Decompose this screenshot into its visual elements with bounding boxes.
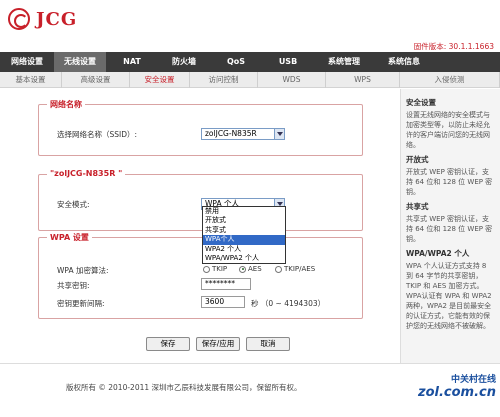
radio-aes[interactable]: AES: [239, 265, 262, 273]
help-title: 安全设置: [406, 98, 436, 107]
network-legend: 网络名称: [47, 99, 85, 110]
interval-label: 密钥更新间隔:: [57, 299, 105, 308]
main-nav-item[interactable]: QoS: [210, 52, 262, 72]
main-nav: 网络设置 无线设置 NAT 防火墙 QoS USB 系统管理 系统信息: [0, 52, 500, 72]
interval-hint: 秒 （0 ~ 4194303）: [251, 299, 326, 308]
main-nav-item[interactable]: 系统信息: [374, 52, 434, 72]
interval-input[interactable]: 3600: [201, 296, 245, 308]
header: JCG 固件版本: 30.1.1.1663: [0, 0, 500, 51]
radio-tkip[interactable]: TKIP: [203, 265, 227, 273]
watermark: 中关村在线 zol.com.cn: [418, 372, 496, 400]
radio-icon[interactable]: [239, 265, 246, 273]
wpa-legend: WPA 设置: [47, 232, 92, 243]
help-sidebar: 安全设置设置无线网络的安全模式与加密类型等，以防止未经允许的客户端访问您的无线网…: [400, 89, 500, 363]
brand-logo: JCG: [8, 8, 77, 30]
save-button[interactable]: 保存: [146, 337, 190, 351]
main-nav-item[interactable]: 无线设置: [54, 52, 106, 72]
sub-nav-item[interactable]: WDS: [258, 72, 326, 88]
help-title: 共享式: [406, 202, 429, 211]
dropdown-option[interactable]: 共享式: [203, 226, 285, 235]
help-title: 开放式: [406, 155, 429, 164]
sub-nav-item[interactable]: 安全设置: [130, 72, 190, 88]
shared-key-label: 共享密钥:: [57, 281, 90, 290]
main-nav-item[interactable]: 网络设置: [0, 52, 54, 72]
sub-nav: 基本设置 高级设置 安全设置 访问控制 WDS WPS 入侵侦测: [0, 72, 500, 88]
main-nav-item[interactable]: 系统管理: [314, 52, 374, 72]
logo-icon: [8, 8, 30, 30]
dropdown-option[interactable]: 开放式: [203, 216, 285, 225]
dropdown-option[interactable]: WPA/WPA2 个人: [203, 254, 285, 263]
sub-nav-item[interactable]: 入侵侦测: [400, 72, 500, 88]
sub-nav-item[interactable]: 高级设置: [62, 72, 130, 88]
sub-nav-item[interactable]: 访问控制: [190, 72, 258, 88]
dropdown-option[interactable]: 禁用: [203, 207, 285, 216]
cancel-button[interactable]: 取消: [246, 337, 290, 351]
help-text: WPA 个人认证方式支持 8 到 64 字节的共享密钥，TKIP 和 AES 加…: [406, 262, 492, 330]
network-name-section: 网络名称 选择网络名称（SSID）: zolJCG-N835R: [38, 99, 363, 156]
security-section: "zolJCG-N835R " 安全模式: WPA 个人: [38, 169, 363, 231]
main-nav-item[interactable]: 防火墙: [158, 52, 210, 72]
dropdown-option[interactable]: WPA2 个人: [203, 245, 285, 254]
main-content: 网络名称 选择网络名称（SSID）: zolJCG-N835R "zolJCG-…: [0, 89, 400, 363]
shared-key-input[interactable]: ********: [201, 278, 251, 290]
cipher-label: WPA 加密算法:: [57, 266, 109, 275]
security-mode-dropdown: 禁用 开放式 共享式 WPA个人 WPA2 个人 WPA/WPA2 个人: [202, 206, 286, 265]
help-text: 开放式 WEP 密钥认证，支持 64 位和 128 位 WEP 密钥。: [406, 168, 493, 196]
main-nav-item[interactable]: USB: [262, 52, 314, 72]
radio-icon[interactable]: [203, 265, 210, 273]
ssid-label: 选择网络名称（SSID）:: [57, 130, 138, 139]
ssid-select[interactable]: zolJCG-N835R: [201, 128, 285, 140]
copyright: 版权所有 © 2010-2011 深圳市乙辰科技发展有限公司，保留所有权。: [66, 383, 302, 392]
help-title: WPA/WPA2 个人: [406, 249, 470, 258]
chevron-down-icon[interactable]: [274, 129, 284, 139]
sub-nav-item[interactable]: 基本设置: [0, 72, 62, 88]
firmware-version: 固件版本: 30.1.1.1663: [413, 42, 494, 51]
wpa-section: WPA 设置 WPA 加密算法: TKIP AES TKIP/AES 共享密钥:…: [38, 232, 363, 319]
help-text: 共享式 WEP 密钥认证，支持 64 位和 128 位 WEP 密钥。: [406, 215, 493, 243]
main-nav-item[interactable]: NAT: [106, 52, 158, 72]
watermark-line2: zol.com.cn: [418, 385, 496, 400]
watermark-line1: 中关村在线: [450, 375, 496, 385]
save-apply-button[interactable]: 保存/应用: [196, 337, 240, 351]
logo-text: JCG: [36, 8, 78, 30]
radio-icon[interactable]: [275, 265, 282, 273]
radio-tkip-aes[interactable]: TKIP/AES: [275, 265, 315, 273]
sub-nav-item[interactable]: WPS: [326, 72, 400, 88]
security-legend: "zolJCG-N835R ": [47, 169, 126, 178]
dropdown-option[interactable]: WPA个人: [203, 235, 285, 245]
security-mode-label: 安全模式:: [57, 200, 90, 209]
help-text: 设置无线网络的安全模式与加密类型等，以防止未经允许的客户端访问您的无线网络。: [406, 111, 490, 149]
ssid-value: zolJCG-N835R: [205, 129, 257, 138]
footer: 版权所有 © 2010-2011 深圳市乙辰科技发展有限公司，保留所有权。 中关…: [0, 363, 500, 417]
